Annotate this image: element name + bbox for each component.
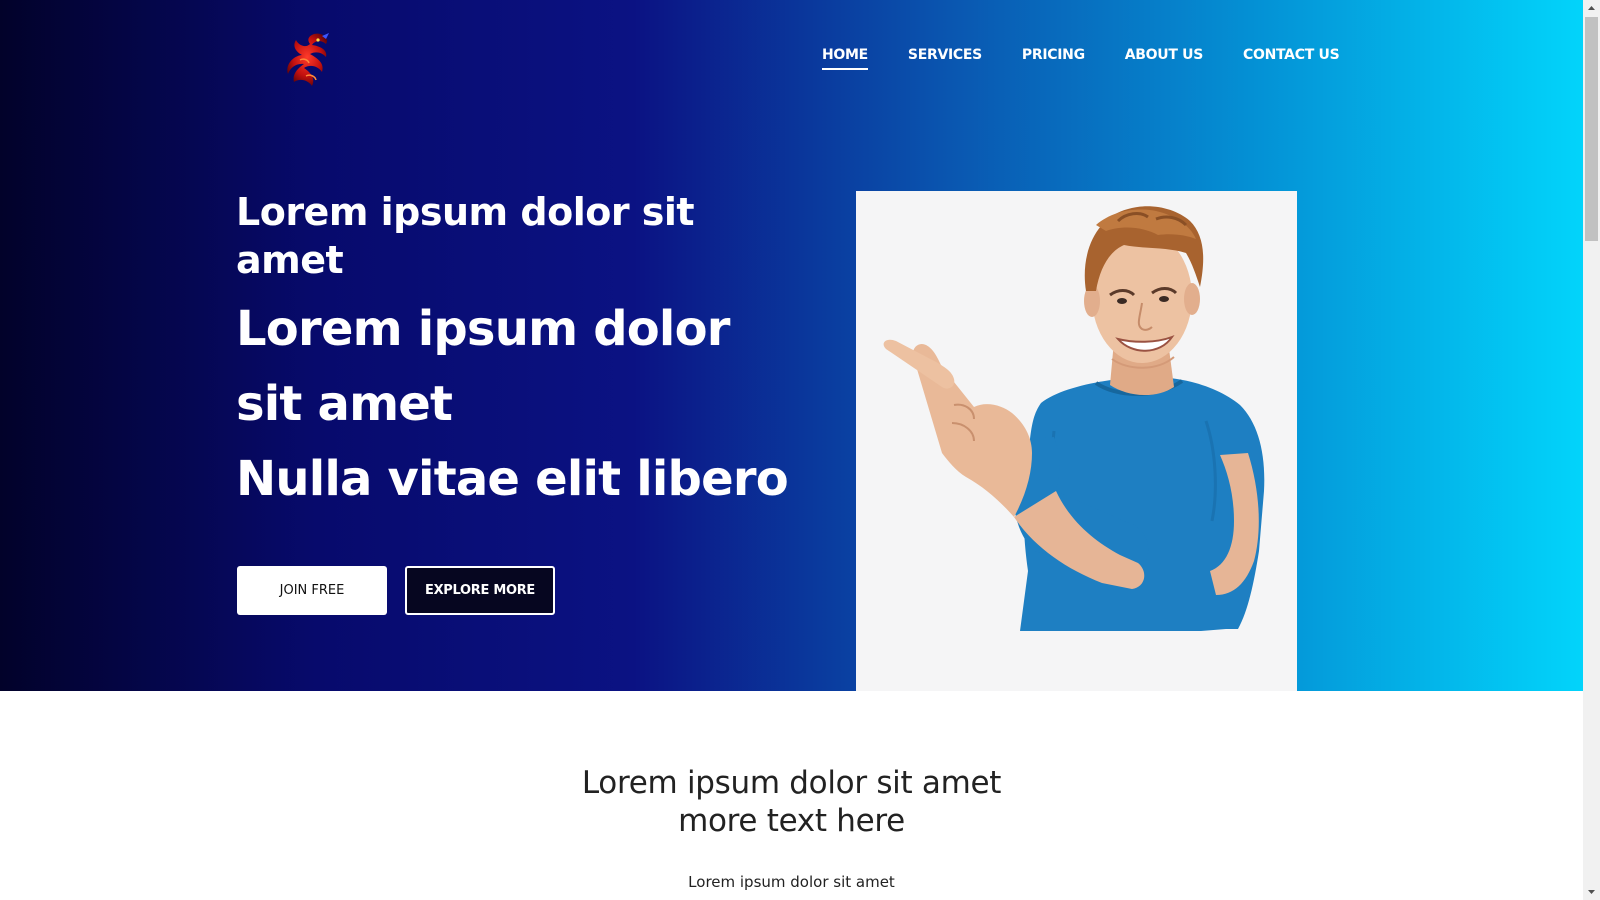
section-title-line-2: more text here xyxy=(678,803,905,839)
section-title-line-1: Lorem ipsum dolor sit amet xyxy=(581,765,1002,801)
logo-icon[interactable] xyxy=(282,30,342,92)
nav-item-about-us[interactable]: ABOUT US xyxy=(1125,47,1204,70)
hero-title: Lorem ipsum dolor sit amet xyxy=(236,301,730,432)
join-free-button[interactable]: JOIN FREE xyxy=(237,566,387,615)
intro-section: Lorem ipsum dolor sit amet more text her… xyxy=(0,691,1583,900)
scroll-down-arrow-icon[interactable] xyxy=(1587,887,1596,896)
main-nav: HOME SERVICES PRICING ABOUT US CONTACT U… xyxy=(822,47,1340,70)
vertical-scrollbar[interactable] xyxy=(1583,0,1600,900)
scrollbar-thumb[interactable] xyxy=(1585,17,1598,241)
nav-item-services[interactable]: SERVICES xyxy=(908,47,982,70)
man-pointing-photo xyxy=(856,191,1297,691)
nav-item-pricing[interactable]: PRICING xyxy=(1022,47,1085,70)
explore-more-button[interactable]: EXPLORE MORE xyxy=(405,566,555,615)
section-title: Lorem ipsum dolor sit amet more text her… xyxy=(0,764,1583,840)
hero-text: Lorem ipsum dolor sit amet Lorem ipsum d… xyxy=(236,188,796,517)
hero-section: HOME SERVICES PRICING ABOUT US CONTACT U… xyxy=(0,0,1583,691)
hero-subtitle: Lorem ipsum dolor sit amet xyxy=(236,190,695,282)
nav-item-home[interactable]: HOME xyxy=(822,47,868,70)
hero-title-secondary: Nulla vitae elit libero xyxy=(236,451,789,507)
section-subtitle: Lorem ipsum dolor sit amet xyxy=(688,873,895,891)
scroll-up-arrow-icon[interactable] xyxy=(1587,4,1596,13)
page: HOME SERVICES PRICING ABOUT US CONTACT U… xyxy=(0,0,1583,900)
nav-item-contact-us[interactable]: CONTACT US xyxy=(1243,47,1340,70)
